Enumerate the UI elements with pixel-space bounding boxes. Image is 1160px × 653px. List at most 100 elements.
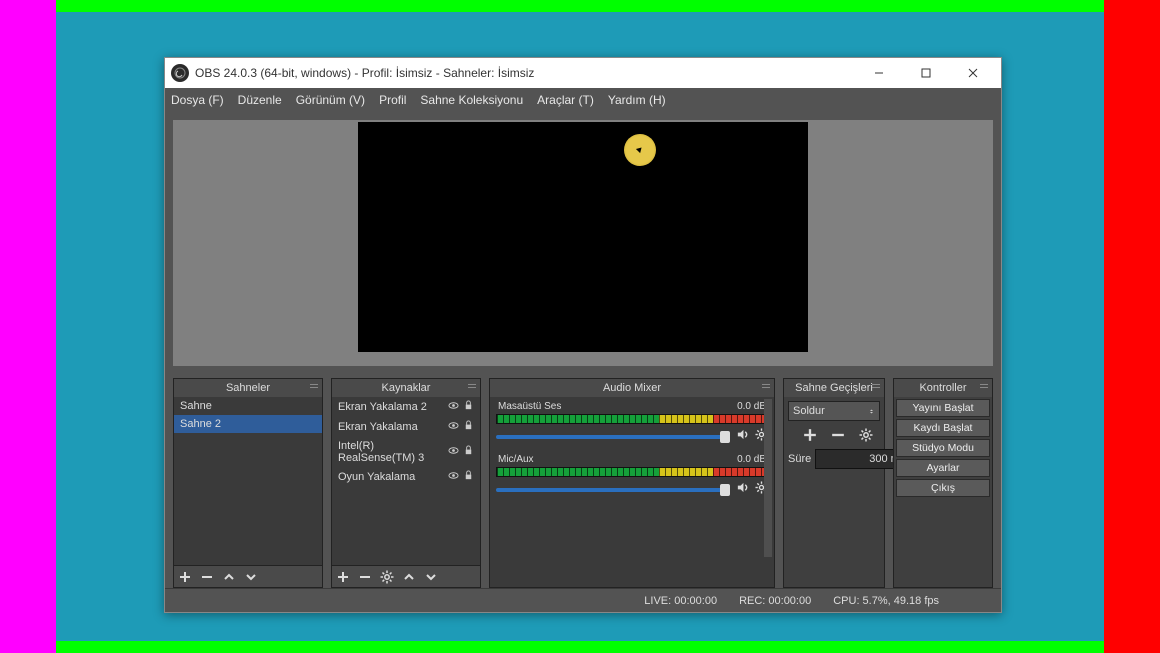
visibility-icon[interactable] (448, 470, 459, 484)
slider-thumb[interactable] (720, 484, 730, 496)
transitions-dock: Sahne Geçişleri Soldur (783, 378, 885, 588)
menu-edit[interactable]: Düzenle (238, 93, 282, 107)
source-item[interactable]: Intel(R) RealSense(TM) 3 (332, 437, 480, 467)
settings-button[interactable]: Ayarlar (896, 459, 990, 477)
lock-icon[interactable] (463, 420, 474, 434)
start-streaming-button[interactable]: Yayını Başlat (896, 399, 990, 417)
scene-label: Sahne 2 (180, 418, 221, 430)
transition-settings-button[interactable] (858, 427, 874, 443)
dock-grip-icon[interactable] (762, 384, 770, 390)
source-item[interactable]: Ekran Yakalama (332, 417, 480, 437)
channel-level: 0.0 dB (737, 401, 766, 412)
sources-list: Ekran Yakalama 2 Ekran Yakalama (332, 397, 480, 565)
source-item[interactable]: Ekran Yakalama 2 (332, 397, 480, 417)
transition-select[interactable]: Soldur (788, 401, 880, 421)
scene-item[interactable]: Sahne (174, 397, 322, 415)
scenes-list: Sahne Sahne 2 (174, 397, 322, 565)
source-move-down-button[interactable] (424, 570, 438, 584)
lock-icon[interactable] (463, 470, 474, 484)
scene-add-button[interactable] (178, 570, 192, 584)
lock-icon[interactable] (463, 445, 474, 459)
status-live: LIVE: 00:00:00 (644, 595, 717, 607)
window-close-button[interactable] (950, 59, 995, 87)
window-minimize-button[interactable] (856, 59, 901, 87)
dock-grip-icon[interactable] (980, 384, 988, 390)
source-add-button[interactable] (336, 570, 350, 584)
transition-remove-button[interactable] (830, 427, 846, 443)
volume-slider[interactable] (496, 435, 730, 439)
preview-background (173, 120, 993, 366)
scene-item[interactable]: Sahne 2 (174, 415, 322, 433)
menu-help[interactable]: Yardım (H) (608, 93, 666, 107)
window-title: OBS 24.0.3 (64-bit, windows) - Profil: İ… (195, 66, 856, 80)
source-label: Ekran Yakalama 2 (338, 401, 427, 413)
mute-icon[interactable] (736, 428, 749, 446)
scenes-dock-header[interactable]: Sahneler (174, 379, 322, 397)
dropdown-updown-icon (868, 405, 875, 417)
menu-profile[interactable]: Profil (379, 93, 406, 107)
dock-grip-icon[interactable] (310, 384, 318, 390)
cursor-highlight-icon (624, 134, 656, 166)
window-titlebar[interactable]: OBS 24.0.3 (64-bit, windows) - Profil: İ… (165, 58, 1001, 88)
visibility-icon[interactable] (448, 445, 459, 459)
audio-mixer-dock: Audio Mixer Masaüstü Ses 0.0 dB (489, 378, 775, 588)
sources-dock: Kaynaklar Ekran Yakalama 2 Ekran Y (331, 378, 481, 588)
scene-move-down-button[interactable] (244, 570, 258, 584)
menu-file[interactable]: Dosya (F) (171, 93, 224, 107)
window-maximize-button[interactable] (903, 59, 948, 87)
dock-grip-icon[interactable] (872, 384, 880, 390)
lock-icon[interactable] (463, 400, 474, 414)
studio-mode-button[interactable]: Stüdyo Modu (896, 439, 990, 457)
exit-button[interactable]: Çıkış (896, 479, 990, 497)
status-rec: REC: 00:00:00 (739, 595, 811, 607)
decorative-border-right (1104, 0, 1160, 653)
mixer-channel: Mic/Aux 0.0 dB (496, 454, 768, 499)
dock-grip-icon[interactable] (468, 384, 476, 390)
mixer-scrollbar[interactable] (764, 399, 772, 557)
controls-dock-header[interactable]: Kontroller (894, 379, 992, 397)
transitions-title: Sahne Geçişleri (795, 382, 873, 394)
slider-thumb[interactable] (720, 431, 730, 443)
sources-dock-header[interactable]: Kaynaklar (332, 379, 480, 397)
scene-remove-button[interactable] (200, 570, 214, 584)
controls-dock: Kontroller Yayını Başlat Kaydı Başlat St… (893, 378, 993, 588)
source-label: Ekran Yakalama (338, 421, 418, 433)
transition-add-button[interactable] (802, 427, 818, 443)
obs-app-icon (171, 64, 189, 82)
mixer-title: Audio Mixer (603, 382, 661, 394)
scene-move-up-button[interactable] (222, 570, 236, 584)
transition-selected: Soldur (793, 405, 825, 417)
menu-bar: Dosya (F) Düzenle Görünüm (V) Profil Sah… (165, 88, 1001, 112)
mixer-dock-header[interactable]: Audio Mixer (490, 379, 774, 397)
menu-view[interactable]: Görünüm (V) (296, 93, 365, 107)
decorative-background: OBS 24.0.3 (64-bit, windows) - Profil: İ… (56, 12, 1104, 641)
controls-title: Kontroller (919, 382, 966, 394)
scene-label: Sahne (180, 400, 212, 412)
source-properties-button[interactable] (380, 570, 394, 584)
channel-name: Masaüstü Ses (498, 401, 561, 412)
scenes-title: Sahneler (226, 382, 270, 394)
start-recording-button[interactable]: Kaydı Başlat (896, 419, 990, 437)
obs-window: OBS 24.0.3 (64-bit, windows) - Profil: İ… (164, 57, 1002, 613)
source-remove-button[interactable] (358, 570, 372, 584)
menu-tools[interactable]: Araçlar (T) (537, 93, 594, 107)
channel-level: 0.0 dB (737, 454, 766, 465)
mute-icon[interactable] (736, 481, 749, 499)
preview-canvas[interactable] (358, 122, 808, 352)
status-cpu: CPU: 5.7%, 49.18 fps (833, 595, 939, 607)
menu-scene-collection[interactable]: Sahne Koleksiyonu (420, 93, 523, 107)
visibility-icon[interactable] (448, 400, 459, 414)
volume-slider[interactable] (496, 488, 730, 492)
source-item[interactable]: Oyun Yakalama (332, 467, 480, 487)
visibility-icon[interactable] (448, 420, 459, 434)
scenes-dock: Sahneler Sahne Sahne 2 (173, 378, 323, 588)
status-bar: LIVE: 00:00:00 REC: 00:00:00 CPU: 5.7%, … (165, 588, 1001, 612)
source-move-up-button[interactable] (402, 570, 416, 584)
audio-meter (496, 467, 768, 477)
duration-label: Süre (788, 453, 811, 465)
decorative-border-left (0, 0, 56, 653)
channel-name: Mic/Aux (498, 454, 534, 465)
mixer-channel: Masaüstü Ses 0.0 dB (496, 401, 768, 446)
preview-area (165, 112, 1001, 374)
transitions-dock-header[interactable]: Sahne Geçişleri (784, 379, 884, 397)
